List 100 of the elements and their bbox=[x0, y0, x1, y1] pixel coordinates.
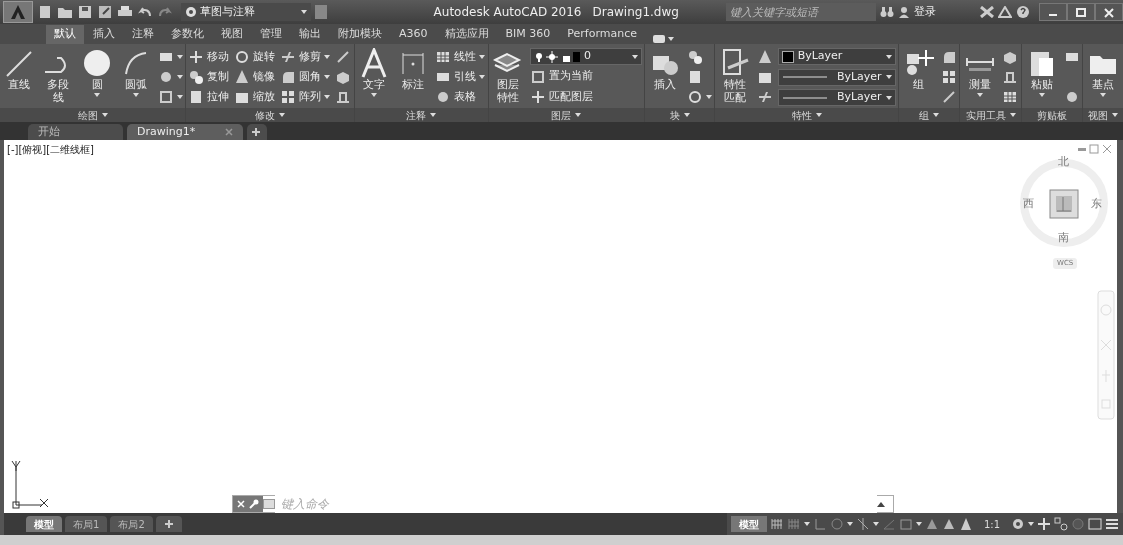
plus-icon[interactable] bbox=[1037, 517, 1051, 531]
scale-dropdown[interactable]: 1:1 bbox=[975, 516, 1008, 532]
history-up-icon[interactable] bbox=[877, 501, 885, 507]
ribbon-button[interactable]: 组 bbox=[901, 48, 936, 92]
color-dropdown[interactable]: ByLayer bbox=[777, 48, 896, 65]
ribbon-button[interactable]: 基点 bbox=[1086, 48, 1121, 97]
ribbon-button[interactable]: 文字 bbox=[357, 48, 392, 97]
compass-west[interactable]: 西 bbox=[1023, 196, 1034, 213]
panel-title[interactable]: 特性 bbox=[715, 108, 898, 122]
ribbon-tab[interactable]: 管理 bbox=[252, 25, 290, 44]
caret-icon bbox=[1009, 113, 1016, 117]
save-as-icon[interactable] bbox=[97, 4, 113, 20]
caret-icon bbox=[1112, 113, 1119, 117]
layout-tab[interactable]: 模型 bbox=[26, 516, 62, 532]
ribbon-button[interactable]: 粘贴 bbox=[1024, 48, 1059, 97]
triangle-icon[interactable] bbox=[997, 6, 1012, 18]
ribbon-button[interactable]: 阵列 bbox=[280, 88, 331, 106]
line-dropdown[interactable]: ByLayer bbox=[777, 89, 896, 106]
ribbon-tab[interactable]: 插入 bbox=[85, 25, 123, 44]
new-file-icon[interactable] bbox=[37, 4, 53, 20]
fillet-icon bbox=[280, 69, 297, 85]
panel-title[interactable]: 视图 bbox=[1083, 108, 1123, 122]
ribbon-tab[interactable]: Performance bbox=[559, 25, 646, 44]
ribbon-tab[interactable]: BIM 360 bbox=[497, 25, 559, 44]
ribbon-button[interactable]: 圆 bbox=[80, 48, 115, 97]
ribbon-button[interactable]: 特性匹配 bbox=[717, 48, 752, 105]
maximize-icon[interactable] bbox=[1074, 6, 1088, 18]
panel-title[interactable]: 实用工具 bbox=[960, 108, 1021, 122]
ribbon-button[interactable]: 旋转 bbox=[234, 48, 276, 66]
panel-title[interactable]: 组 bbox=[898, 108, 960, 122]
ribbon-button[interactable]: 镜像 bbox=[234, 68, 276, 86]
wrench-icon[interactable] bbox=[249, 499, 259, 509]
ribbon-tab[interactable]: 精选应用 bbox=[436, 25, 497, 44]
panel-title[interactable]: 块 bbox=[645, 108, 715, 122]
ribbon-button[interactable]: 置为当前 bbox=[529, 67, 642, 86]
file-tab[interactable]: 开始 bbox=[28, 124, 123, 140]
ribbon-button[interactable]: 复制 bbox=[188, 68, 230, 86]
ribbon-tab[interactable]: 参数化 bbox=[163, 25, 212, 44]
ribbon-tab[interactable]: 输出 bbox=[291, 25, 329, 44]
ribbon-button[interactable]: 图层特性 bbox=[490, 48, 525, 105]
viewport-controls[interactable]: [-][俯视][二维线框] bbox=[7, 142, 95, 157]
ribbon-button[interactable]: 拉伸 bbox=[188, 88, 230, 106]
ribbon-button[interactable]: 插入 bbox=[648, 48, 682, 92]
tool-button[interactable] bbox=[756, 48, 773, 66]
fullscreen-icon[interactable] bbox=[1088, 517, 1102, 531]
ribbon-button[interactable]: 表格 bbox=[435, 88, 486, 106]
layout-tab[interactable]: 布局2 bbox=[110, 516, 153, 532]
annotation-icon[interactable] bbox=[941, 517, 956, 531]
ribbon-button[interactable]: 圆弧 bbox=[119, 48, 154, 97]
menu-icon[interactable] bbox=[1105, 517, 1119, 531]
compass-north[interactable]: 北 bbox=[1058, 154, 1069, 171]
close-icon[interactable] bbox=[1102, 6, 1116, 18]
ribbon-button[interactable]: 修剪 bbox=[280, 48, 331, 66]
add-layout-button[interactable] bbox=[155, 516, 182, 532]
annotation-icon[interactable] bbox=[924, 517, 939, 531]
sign-in-link[interactable]: 登录 bbox=[913, 3, 936, 21]
help-icon[interactable] bbox=[1015, 5, 1030, 19]
ribbon-tab[interactable]: A360 bbox=[391, 25, 436, 44]
ribbon-tab[interactable]: 默认 bbox=[46, 25, 84, 44]
grid-icon[interactable] bbox=[769, 517, 784, 531]
user-icon[interactable] bbox=[897, 6, 910, 18]
x-logo-icon[interactable] bbox=[979, 6, 994, 18]
layer-dropdown[interactable]: 0 bbox=[529, 48, 642, 65]
gear-icon[interactable] bbox=[1011, 517, 1025, 531]
save-icon[interactable] bbox=[77, 4, 93, 20]
binoculars-icon[interactable] bbox=[879, 6, 894, 18]
ribbon-tab[interactable]: 附加模块 bbox=[330, 25, 390, 44]
workspace-dropdown[interactable]: 草图与注释 bbox=[181, 3, 311, 21]
panel-title[interactable]: 剪贴板 bbox=[1021, 108, 1083, 122]
ribbon-button[interactable]: 测量 bbox=[963, 48, 998, 97]
panel-title[interactable]: 绘图 bbox=[0, 108, 186, 122]
ribbon-tab[interactable]: 注释 bbox=[124, 25, 162, 44]
layout-tab[interactable]: 布局1 bbox=[65, 516, 108, 532]
panel-title[interactable]: 图层 bbox=[488, 108, 645, 122]
panel-title[interactable]: 修改 bbox=[186, 108, 354, 122]
ribbon-button[interactable]: 缩放 bbox=[234, 88, 276, 106]
search-field[interactable]: 键入关键字或短语 bbox=[725, 3, 876, 21]
caret-icon bbox=[683, 113, 690, 117]
compass-east[interactable]: 东 bbox=[1091, 196, 1102, 213]
tool-button[interactable] bbox=[940, 68, 957, 86]
new-tab-button[interactable] bbox=[247, 124, 268, 140]
file-tab[interactable]: Drawing1* bbox=[127, 124, 244, 140]
ribbon-button[interactable]: 多段线 bbox=[41, 48, 76, 105]
osnap-icon[interactable] bbox=[855, 517, 870, 531]
isolate-icon[interactable] bbox=[1054, 517, 1068, 531]
ribbon-button[interactable]: 移动 bbox=[188, 48, 230, 66]
caret-icon bbox=[94, 92, 101, 97]
panel-title[interactable]: 注释 bbox=[354, 108, 488, 122]
ribbon-button[interactable]: 直线 bbox=[2, 48, 37, 92]
app-menu-button[interactable] bbox=[3, 1, 33, 23]
viewport-controls-icon[interactable] bbox=[1077, 144, 1113, 154]
ribbon-button[interactable]: 圆角 bbox=[280, 68, 331, 86]
compass-south[interactable]: 南 bbox=[1058, 230, 1069, 247]
ribbon-button[interactable]: 标注 bbox=[396, 48, 431, 92]
panel-toggle-icon[interactable] bbox=[651, 34, 666, 44]
annotation-icon[interactable] bbox=[958, 517, 973, 531]
model-space-button[interactable]: 模型 bbox=[730, 516, 767, 532]
ribbon-button[interactable]: 匹配图层 bbox=[529, 88, 642, 106]
ribbon-tab[interactable]: 视图 bbox=[213, 25, 251, 44]
line-dropdown[interactable]: ByLayer bbox=[777, 68, 896, 86]
